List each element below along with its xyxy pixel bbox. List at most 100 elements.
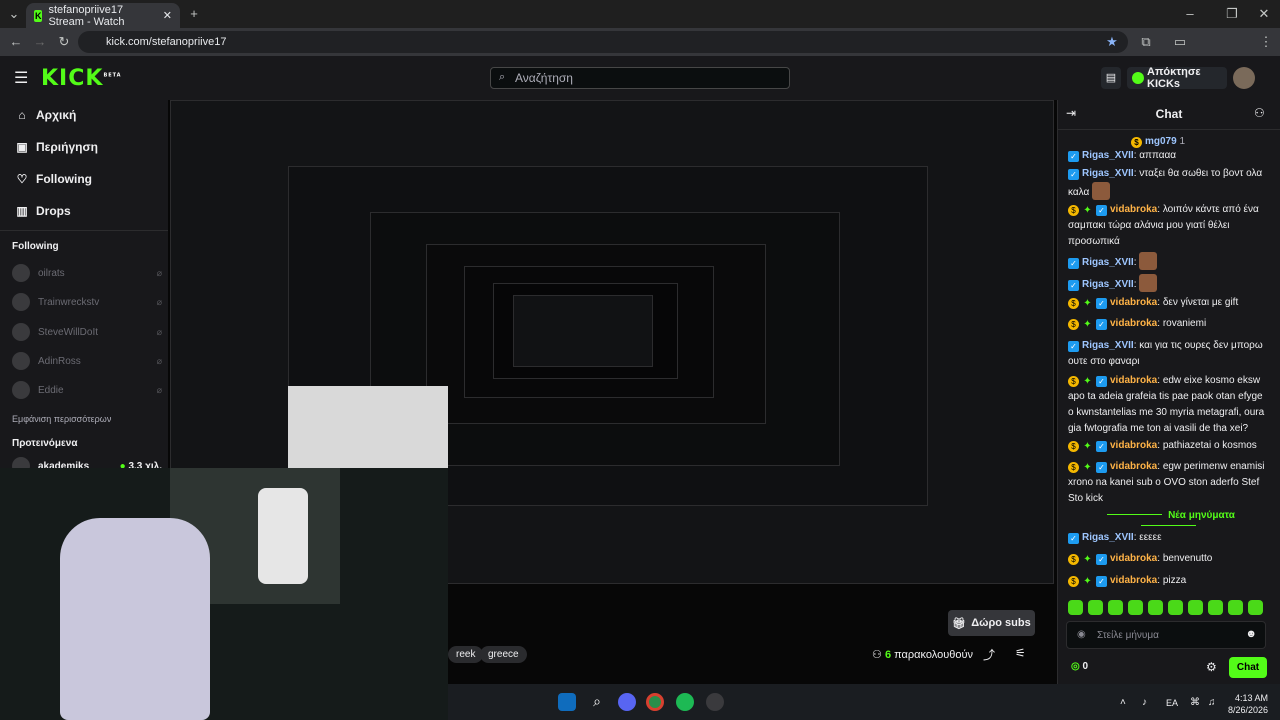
search-placeholder: Αναζήτηση (515, 71, 573, 85)
emote-icon[interactable] (1088, 600, 1103, 615)
search-icon[interactable]: ⌕ (588, 693, 606, 711)
new-tab-icon[interactable]: + (184, 0, 204, 28)
taskbar-clock[interactable]: 4:13 AM 8/26/2026 (1228, 692, 1268, 716)
pinned-gifter: $ mg079 1 (1131, 136, 1185, 148)
windows-start-icon[interactable] (558, 693, 576, 711)
collapse-chat-icon[interactable]: ⇥ (1066, 106, 1076, 120)
share-icon[interactable]: ⤴ (983, 646, 995, 663)
chat-users-icon[interactable]: ⚇ (1254, 106, 1265, 120)
show-more-link[interactable]: Εμφάνιση περισσότερων (12, 414, 111, 424)
emote-icon[interactable] (1128, 600, 1143, 615)
emote-icon[interactable] (1208, 600, 1223, 615)
stream-tag[interactable]: reek (448, 646, 484, 663)
sidebar-item-drops[interactable]: ▥ Drops (16, 204, 70, 218)
gift-subs-label: Δώρο subs (971, 617, 1031, 629)
minimize-icon[interactable]: – (1180, 0, 1200, 28)
reload-icon[interactable]: ↻ (54, 28, 74, 56)
followed-channel[interactable]: oilrats ⌀ (12, 263, 162, 283)
window-close-icon[interactable]: ✕ (1254, 0, 1274, 28)
sidebar-item-browse[interactable]: ▣ Περιήγηση (16, 140, 98, 154)
browse-icon: ▣ (16, 140, 28, 154)
coin-icon: $ (1068, 554, 1079, 565)
language-indicator[interactable]: EA (1166, 698, 1178, 708)
sparkle-icon: ✦ (1083, 376, 1092, 387)
volume-icon[interactable]: ♫ (1208, 697, 1216, 708)
kick-points[interactable]: ◎ 0 (1071, 661, 1088, 672)
avatar (12, 323, 30, 341)
emote-icon[interactable] (1248, 600, 1263, 615)
chat-message: $ ✦ ✓ vidabroka: λοιπόν κάντε από ένα σαμπα… (1068, 204, 1259, 247)
discord-icon[interactable] (618, 693, 636, 711)
chat-message: ✓ Rigas_XVII: (1068, 252, 1270, 271)
emote-icon[interactable] (1148, 600, 1163, 615)
emote-icon (1092, 182, 1111, 200)
emote-icon (1139, 252, 1158, 270)
followed-channel[interactable]: Eddie ⌀ (12, 380, 162, 400)
emote-icon[interactable] (1188, 600, 1203, 615)
sparkle-icon: ✦ (1083, 298, 1092, 309)
avatar (12, 381, 30, 399)
bookmark-star-icon[interactable]: ★ (1102, 28, 1122, 56)
chat-message: ✓ Rigas_XVII: νταξει θα σωθει το βοντ ολα… (1068, 168, 1263, 200)
chat-message: $ ✦ ✓ vidabroka: edw eixe kosmo eksw apo ta… (1068, 375, 1265, 434)
sidebar-item-home[interactable]: ⌂ Αρχική (16, 108, 76, 122)
send-chat-label: Chat (1236, 662, 1260, 673)
url-text: kick.com/stefanopriive17 (106, 36, 227, 48)
spotify-icon[interactable] (676, 693, 694, 711)
sidebar-panel-icon[interactable]: ▭ (1170, 28, 1190, 56)
followed-channel[interactable]: Trainwreckstv ⌀ (12, 292, 162, 312)
offline-icon: ⌀ (156, 355, 162, 366)
tray-arrow-icon[interactable]: ˄ (1120, 697, 1126, 708)
sidebar-item-following[interactable]: ♡ Following (16, 172, 92, 186)
stream-tag[interactable]: greece (480, 646, 527, 663)
emoji-picker-icon[interactable]: ☻ (1245, 628, 1257, 640)
new-messages-divider[interactable]: Νέα μηνύματα (1068, 510, 1268, 532)
channel-name: Eddie (38, 384, 64, 396)
browser-tab[interactable]: K stefanopriive17 Stream - Watch ✕ (26, 3, 180, 28)
restore-icon[interactable]: ❐ (1222, 0, 1242, 28)
search-input[interactable]: ⌕ Αναζήτηση (490, 67, 790, 89)
verified-icon: ✓ (1096, 576, 1107, 587)
obs-icon[interactable] (706, 693, 724, 711)
tab-search-icon[interactable]: ⌄ (4, 0, 24, 28)
avatar (12, 293, 30, 311)
followed-channel[interactable]: AdinRoss ⌀ (12, 351, 162, 371)
address-bar[interactable]: kick.com/stefanopriive17 (78, 31, 1128, 53)
chrome-icon[interactable] (646, 693, 664, 711)
back-icon[interactable]: ← (6, 28, 26, 56)
library-icon[interactable]: ▤ (1101, 67, 1121, 89)
close-icon[interactable]: ✕ (163, 9, 172, 22)
chat-message: $ ✦ ✓ vidabroka: pathiazetai o kosmos (1068, 438, 1270, 454)
hamburger-menu-icon[interactable]: ☰ (14, 68, 28, 88)
webcam-overlay (0, 468, 448, 720)
followed-channel[interactable]: SteveWillDoIt ⌀ (12, 322, 162, 342)
verified-icon: ✓ (1068, 258, 1079, 269)
settings-sliders-icon[interactable]: ⚟ (1015, 646, 1026, 660)
heart-icon: ♡ (16, 172, 28, 186)
viewer-label: παρακολουθούν (894, 649, 974, 661)
verified-icon: ✓ (1096, 376, 1107, 387)
emote-bar[interactable] (1068, 600, 1263, 615)
send-chat-button[interactable]: Chat (1229, 657, 1267, 678)
chat-input[interactable]: ◉ Στείλε μήνυμα ☻ (1066, 621, 1266, 649)
person-figure (258, 488, 308, 584)
emote-icon[interactable] (1068, 600, 1083, 615)
kick-logo[interactable]: KICKBETA (41, 66, 122, 91)
chat-settings-icon[interactable]: ⚙ (1206, 660, 1217, 674)
points-icon: ◎ (1071, 661, 1080, 672)
verified-icon: ✓ (1096, 462, 1107, 473)
emote-icon[interactable] (1228, 600, 1243, 615)
sparkle-icon: ✦ (1083, 319, 1092, 330)
claim-kicks-button[interactable]: Απόκτησε KICKs (1127, 66, 1227, 90)
user-avatar[interactable] (1233, 67, 1255, 89)
emote-icon[interactable] (1108, 600, 1123, 615)
forward-icon[interactable]: → (30, 28, 50, 56)
network-icon[interactable]: ⌘ (1190, 697, 1200, 708)
extensions-icon[interactable]: ⧉ (1136, 28, 1156, 56)
gift-subs-button[interactable]: 🎁︎ Δώρο subs (948, 610, 1035, 636)
emote-icon[interactable] (1168, 600, 1183, 615)
menu-dots-icon[interactable]: ⋮ (1256, 28, 1276, 56)
microphone-icon[interactable]: ♪ (1142, 697, 1147, 708)
chat-input-placeholder: Στείλε μήνυμα (1097, 629, 1159, 641)
drops-icon: ▥ (16, 204, 28, 218)
